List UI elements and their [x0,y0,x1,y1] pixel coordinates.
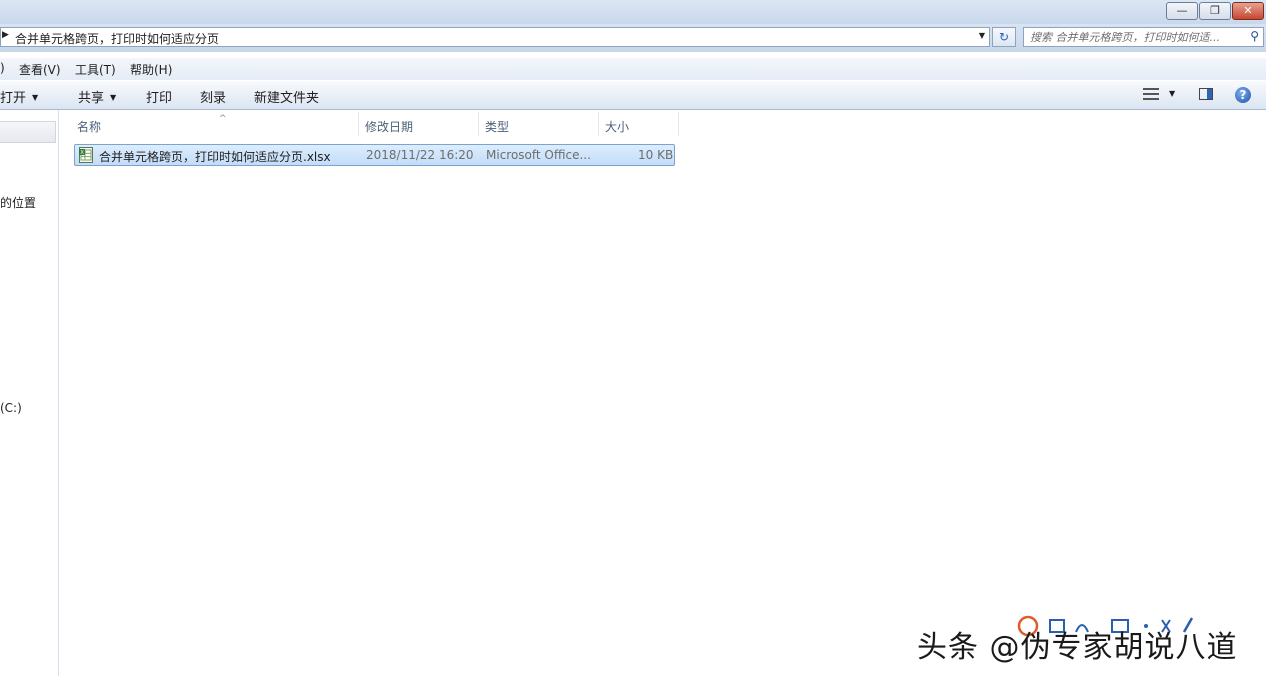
file-modified: 2018/11/22 16:20 [366,148,474,162]
nav-item-locations[interactable]: 的位置 [0,194,36,211]
open-button[interactable]: 打开 ▼ [0,87,38,106]
column-header-type[interactable]: 类型 [478,114,598,136]
svg-text:X: X [80,150,84,156]
file-type: Microsoft Office... [486,148,591,162]
column-header-modified[interactable]: 修改日期 [358,114,478,136]
print-button[interactable]: 打印 [146,87,172,106]
search-icon[interactable]: ⚲ [1250,29,1259,43]
watermark: 头条 @伪专家胡说八道 [917,630,1238,665]
column-header-name[interactable]: 名称 ^ [70,114,359,136]
breadcrumb-arrow-icon[interactable]: ▶ [2,30,9,40]
refresh-icon: ↻ [998,30,1010,44]
menu-item-tools[interactable]: 工具(T) [75,61,116,78]
breadcrumb-path[interactable]: 合并单元格跨页，打印时如何适应分页 [15,30,219,47]
restore-button[interactable]: ❐ [1199,2,1231,20]
search-box[interactable]: ⚲ [1023,27,1264,47]
menu-item-help[interactable]: 帮助(H) [130,61,172,78]
title-bar: — ❐ ✕ [0,0,1266,24]
address-bar[interactable]: ▶ 合并单元格跨页，打印时如何适应分页 ▼ [0,27,990,47]
address-dropdown-icon[interactable]: ▼ [979,31,985,40]
command-bar: 打开 ▼ 共享 ▼ 打印 刻录 新建文件夹 ▼ ? [0,81,1266,110]
column-divider[interactable] [678,112,679,136]
menu-item-partial[interactable]: ) [0,61,5,75]
close-icon: ✕ [1243,4,1253,17]
minimize-icon: — [1176,4,1188,17]
chevron-down-icon: ▼ [110,93,117,102]
preview-pane-icon[interactable] [1199,88,1213,100]
excel-file-icon: X [79,147,93,163]
restore-icon: ❐ [1210,4,1220,17]
file-row[interactable]: X 合并单元格跨页，打印时如何适应分页.xlsx 2018/11/22 16:2… [74,144,675,166]
help-icon[interactable]: ? [1235,87,1251,103]
nav-selected-item[interactable] [0,121,56,143]
menu-item-view[interactable]: 查看(V) [19,61,61,78]
open-label: 打开 [0,91,27,106]
menu-bar: ) 查看(V) 工具(T) 帮助(H) [0,58,1266,80]
view-options-icon[interactable] [1143,87,1161,101]
view-dropdown-icon[interactable]: ▼ [1169,89,1175,98]
search-input[interactable] [1030,29,1240,45]
new-folder-button[interactable]: 新建文件夹 [254,87,319,106]
minimize-button[interactable]: — [1166,2,1198,20]
column-header-size[interactable]: 大小 [598,114,678,136]
navigation-pane: 的位置 (C:) [0,110,59,676]
file-name: 合并单元格跨页，打印时如何适应分页.xlsx [99,150,331,164]
address-row: ▶ 合并单元格跨页，打印时如何适应分页 ▼ ↻ ⚲ [0,24,1266,52]
file-list: 名称 ^ 修改日期 类型 大小 X 合并单元格跨页，打印时如何适应分页.xlsx… [60,110,1266,676]
chevron-down-icon: ▼ [32,93,39,102]
burn-button[interactable]: 刻录 [200,87,226,106]
share-button[interactable]: 共享 ▼ [78,87,116,106]
close-button[interactable]: ✕ [1232,2,1264,20]
share-label: 共享 [78,91,105,106]
file-size: 10 KB [638,148,674,162]
refresh-button[interactable]: ↻ [992,27,1016,47]
sort-ascending-icon: ^ [219,114,227,124]
nav-item-drive-c[interactable]: (C:) [0,401,22,415]
